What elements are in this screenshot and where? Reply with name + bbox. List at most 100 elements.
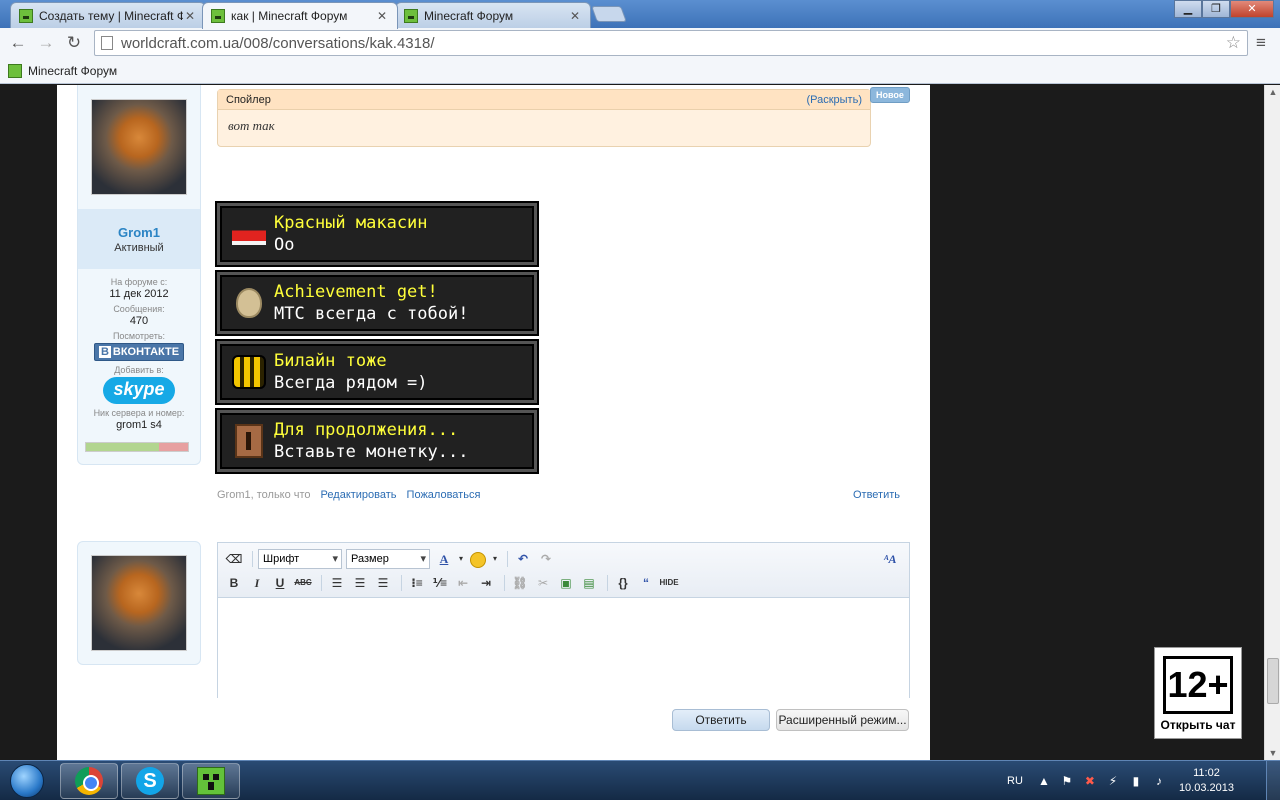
tab-create-topic[interactable]: Создать тему | Minecraft Ф ✕ [10,2,206,28]
edit-link[interactable]: Редактировать [321,489,397,501]
chevron-down-icon[interactable]: ▾ [457,549,465,569]
indent-icon[interactable]: ⇥ [476,573,496,593]
tab-kak[interactable]: как | Minecraft Форум ✕ [202,2,398,29]
username[interactable]: Grom1 [78,225,200,240]
reply-link[interactable]: Ответить [853,489,900,501]
reputation-positive [86,443,160,451]
red-shoe-icon [232,217,266,251]
outdent-icon[interactable]: ⇤ [453,573,473,593]
achievement-title: Красный макасин [274,213,428,233]
size-select[interactable]: Размер [346,549,430,569]
signal-icon[interactable]: ▮ [1129,774,1143,788]
font-select[interactable]: Шрифт [258,549,342,569]
scroll-up-icon[interactable]: ▲ [1265,85,1280,99]
action-center-flag-icon[interactable]: ⚑ [1060,774,1074,788]
spoiler-toggle[interactable]: (Раскрыть) [806,94,862,106]
skype-link[interactable]: skype [103,377,175,404]
tray-expand-icon[interactable]: ▲ [1037,774,1051,788]
taskbar-chrome[interactable] [60,763,118,799]
bookmark-star-icon[interactable]: ☆ [1226,33,1241,53]
redo-icon[interactable]: ↷ [536,549,556,569]
creeper-favicon-icon [211,9,225,23]
address-url[interactable]: worldcraft.com.ua/008/conversations/kak.… [121,35,1226,52]
quote-icon[interactable]: “ [636,573,656,593]
link-icon[interactable]: ⛓ [510,573,530,593]
vkontakte-link[interactable]: B ВКОНТАКТЕ [93,343,185,361]
creeper-favicon-icon [19,8,33,23]
back-arrow-icon[interactable]: ← [6,31,30,55]
text-color-icon[interactable]: A [434,549,454,569]
spoiler-header[interactable]: Спойлер (Раскрыть) [218,90,870,110]
forum-content: Grom1 Активный На форуме с: 11 дек 2012 … [57,85,930,760]
joined-label: На форуме с: [110,277,168,287]
spoiler-content: вот так [228,118,275,133]
hide-button[interactable]: HIDE [659,573,679,593]
menu-icon[interactable]: ≡ [1248,33,1274,53]
italic-icon[interactable]: I [247,573,267,593]
scrollbar-thumb[interactable] [1267,658,1279,704]
bookmarks-bar: Minecraft Форум [0,58,1280,84]
age-rating-chat-widget[interactable]: 12+ Открыть чат [1154,647,1242,739]
start-button[interactable] [4,761,50,800]
clock-time: 11:02 [1193,767,1220,779]
report-link[interactable]: Пожаловаться [407,489,481,501]
close-icon[interactable]: ✕ [375,9,389,23]
advanced-mode-button[interactable]: Расширенный режим... [776,709,909,731]
align-center-icon[interactable]: ☰ [350,573,370,593]
align-right-icon[interactable]: ☰ [373,573,393,593]
window-close-button[interactable]: ✕ [1230,0,1274,18]
image-icon[interactable]: ▣ [556,573,576,593]
undo-icon[interactable]: ↶ [513,549,533,569]
code-icon[interactable]: {} [613,573,633,593]
align-left-icon[interactable]: ☰ [327,573,347,593]
power-icon[interactable]: ⚡ [1106,774,1120,788]
unlink-icon[interactable]: ✂ [533,573,553,593]
new-tab-button[interactable] [591,6,627,22]
achievement-card: Билайн тоже Всегда рядом =) [215,339,539,405]
reply-submit-button[interactable]: Ответить [672,709,770,731]
taskbar-minecraft[interactable] [182,763,240,799]
strikethrough-icon[interactable]: ABC [293,573,313,593]
eraser-icon[interactable]: ⌫ [224,549,244,569]
scroll-down-icon[interactable]: ▼ [1265,746,1280,760]
forward-arrow-icon[interactable]: → [34,31,58,55]
page-scrollbar[interactable]: ▲ ▼ [1264,85,1280,760]
media-icon[interactable]: ▤ [579,573,599,593]
bold-icon[interactable]: B [224,573,244,593]
taskbar-skype[interactable]: S [121,763,179,799]
tab-minecraft-forum[interactable]: Minecraft Форум ✕ [395,2,591,28]
message-textarea[interactable] [218,598,909,698]
reputation-bar [85,442,189,452]
clock[interactable]: 11:02 10.03.2013 [1179,766,1234,796]
close-icon[interactable]: ✕ [568,9,582,23]
avatar[interactable] [91,555,187,651]
address-bar[interactable]: worldcraft.com.ua/008/conversations/kak.… [94,30,1248,56]
language-indicator[interactable]: RU [1007,775,1023,787]
messages-label: Сообщения: [113,304,165,314]
editor-toolbar: ⌫ Шрифт Размер A ▾ ▾ ↶ ↷ ᴬA B I U [218,543,909,598]
message-user-info: Grom1 Активный На форуме с: 11 дек 2012 … [77,85,201,465]
open-chat-label[interactable]: Открыть чат [1155,718,1241,732]
close-icon[interactable]: ✕ [183,9,197,23]
bullet-list-icon[interactable]: ⁝≡ [407,573,427,593]
volume-icon[interactable]: ♪ [1152,774,1166,788]
chevron-down-icon[interactable]: ▾ [491,549,499,569]
avatar[interactable] [91,99,187,195]
achievement-text: Вставьте монетку... [274,442,469,462]
smiley-icon[interactable] [468,549,488,569]
maximize-button[interactable]: ❐ [1202,0,1230,18]
post-meta: Grom1, только что Редактировать Пожалова… [217,489,900,501]
spoiler-block: Спойлер (Раскрыть) вот так [217,89,871,147]
spoiler-label: Спойлер [226,93,271,106]
underline-icon[interactable]: U [270,573,290,593]
minimize-button[interactable]: ▁ [1174,0,1202,18]
creeper-favicon-icon [8,63,22,78]
remove-format-icon[interactable]: ᴬA [880,549,900,569]
bookmark-minecraft-forum[interactable]: Minecraft Форум [28,64,117,78]
reload-icon[interactable]: ↻ [62,31,86,55]
user-title: Активный [114,242,164,254]
show-desktop-button[interactable] [1266,761,1280,800]
page-viewport: Grom1 Активный На форуме с: 11 дек 2012 … [0,85,1264,760]
network-error-icon[interactable]: ✖ [1083,774,1097,788]
numbered-list-icon[interactable]: ⅟≡ [430,573,450,593]
